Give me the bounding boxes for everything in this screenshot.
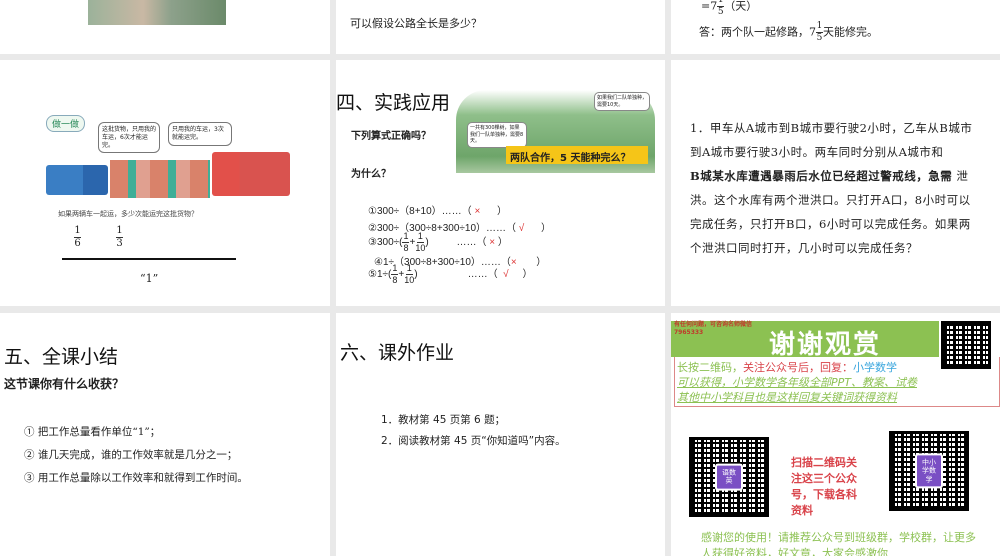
- fraction-one-sixth: 16: [74, 225, 81, 249]
- slide-8-thumbnail[interactable]: 六、课外作业 1．教材第 45 页第 6 题； 2．阅读教材第 45 页“你知道…: [336, 313, 665, 556]
- slide-9-thumbnail[interactable]: 有任何问题，可咨询名师微信7965333 谢谢观赏 长按二维码，关注公众号后，回…: [671, 313, 1000, 556]
- slide-6-thumbnail[interactable]: 1．甲车从A城市到B城市要行驶2小时，乙车从B城市到A城市要行驶3小时。两车同时…: [671, 60, 1000, 306]
- speech-bubble-blue-truck: 这批货物，只用我的车运，6次才能运完。: [98, 122, 160, 154]
- question-banner: 两队合作，5 天能种完么？: [506, 146, 648, 164]
- equation-line: =7 1 5 （天）: [701, 0, 758, 17]
- slide-5-thumbnail[interactable]: 四、实践应用 下列算式正确吗？ 为什么？ 一共有300棵树，如果我们一队单独种，…: [336, 60, 665, 306]
- slide-1-thumbnail[interactable]: [0, 0, 330, 54]
- cargo-boxes-image: [110, 160, 210, 198]
- qr-code-icon[interactable]: 语数英: [689, 437, 769, 517]
- slide-4-thumbnail[interactable]: 做一做 这批货物，只用我的车运，6次才能运完。 只用我的车运，3次就能运完。 如…: [0, 60, 330, 306]
- summary-point: ② 谁几天完成，谁的工作效率就是几分之一；: [24, 449, 238, 461]
- thanks-title: 谢谢观赏: [769, 330, 882, 360]
- qr-code-icon[interactable]: 中小学数学: [889, 431, 969, 511]
- footer-thanks-text: 感谢您的使用！请推荐公众号到班级群，学校群，让更多人获得好资料，好文章，大家会感…: [701, 531, 976, 556]
- summary-point: ③ 用工作总量除以工作效率和就得到工作时间。: [24, 472, 248, 484]
- illustration-image: [88, 0, 226, 25]
- homework-list: 1．教材第 45 页第 6 题； 2．阅读教材第 45 页“你知道吗”内容。: [381, 410, 566, 452]
- summary-list: ① 把工作总量看作单位“1”； ② 谁几天完成，谁的工作效率就是几分之一； ③ …: [24, 421, 248, 490]
- speech-bubble-red-truck: 只用我的车运，3次就能运完。: [168, 122, 232, 146]
- homework-item: 1．教材第 45 页第 6 题；: [381, 414, 506, 426]
- scan-instruction: 扫描二维码关注这三个公众号，下载各科资料: [791, 456, 857, 517]
- fraction-one-third: 13: [116, 225, 123, 249]
- red-truck-image: [212, 152, 290, 196]
- blue-truck-image: [46, 165, 108, 195]
- qr-logo-label: 语数英: [715, 463, 743, 491]
- equation-3: ③300÷(1 8 +1 10) ……（ × ）: [368, 231, 508, 253]
- qr-logo-label: 中小学数学: [915, 453, 943, 489]
- question-text: 如果两辆车一起运，多少次能运完这批货物？: [58, 210, 198, 218]
- summary-point: ① 把工作总量看作单位“1”；: [24, 426, 161, 438]
- whole-label: “1”: [140, 272, 159, 285]
- slide-7-thumbnail[interactable]: 五、全课小结 这节课你有什么收获？ ① 把工作总量看作单位“1”； ② 谁几天完…: [0, 313, 330, 556]
- answer-text: 答：两个队一起修路，7 1 5 天能修完。: [699, 21, 878, 43]
- equation-1: ①300÷（8+10）……（ × ）: [368, 206, 507, 217]
- slide-title: 五、全课小结: [4, 347, 119, 368]
- slide-subtitle: 这节课你有什么收获？: [4, 377, 125, 391]
- prompt-text: 下列算式正确吗？: [351, 131, 431, 142]
- reply-instruction: 长按二维码，关注公众号后，回复：小学数学: [677, 361, 897, 374]
- slide-3-thumbnail[interactable]: =7 1 5 （天） 答：两个队一起修路，7 1 5 天能修完。: [671, 0, 1000, 54]
- speech-bubble-team1: 一共有300棵树，如果我们一队单独种，需要8天。: [467, 122, 527, 148]
- question-text: 可以假设公路全长是多少？: [350, 17, 482, 30]
- slide-2-thumbnail[interactable]: 可以假设公路全长是多少？: [336, 0, 665, 54]
- number-line: [62, 258, 236, 260]
- equation-5: ⑤1÷(1 8 +1 10) ……（ √ ）: [368, 263, 533, 285]
- other-subjects-link[interactable]: 其他中小学科目也是这样回复关键词获得资料: [677, 389, 897, 405]
- ppt-link-text[interactable]: 可以获得，小学数学各年级全部PPT、教案、试卷: [677, 374, 917, 390]
- word-problem-text: 1．甲车从A城市到B城市要行驶2小时，乙车从B城市到A城市要行驶3小时。两车同时…: [690, 121, 973, 255]
- speech-bubble-team2: 如果我们二队单独种，需要10天。: [594, 92, 650, 111]
- prompt-why: 为什么？: [351, 169, 391, 180]
- homework-item: 2．阅读教材第 45 页“你知道吗”内容。: [381, 435, 566, 447]
- contact-text: 有任何问题，可咨询名师微信7965333: [674, 321, 753, 336]
- do-it-badge: 做一做: [46, 115, 86, 132]
- slide-title: 六、课外作业: [340, 343, 455, 364]
- slide-title: 四、实践应用: [336, 93, 451, 114]
